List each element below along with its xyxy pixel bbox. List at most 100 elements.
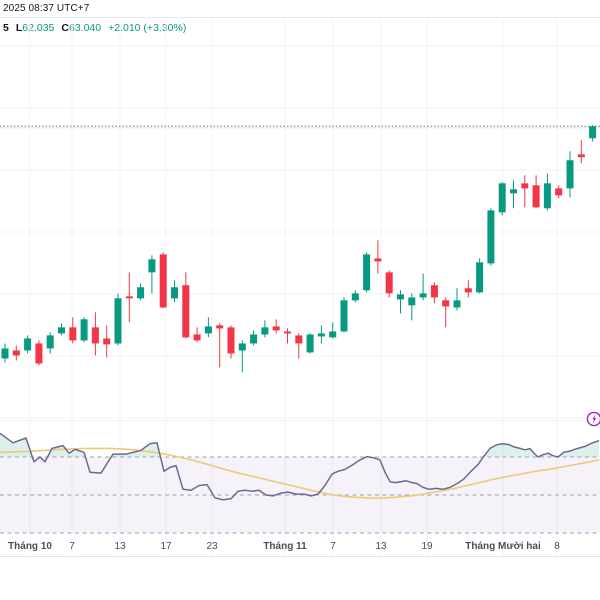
candle (329, 322, 337, 339)
candle-body (543, 183, 551, 209)
candle (532, 175, 540, 209)
candle (295, 333, 303, 359)
x-axis-tick-label: 8 (554, 541, 560, 552)
candle (193, 327, 201, 343)
candle (498, 182, 506, 216)
candle (137, 283, 145, 301)
candle-body (532, 185, 540, 208)
candle (148, 255, 156, 294)
candle-body (103, 338, 111, 345)
candle-body (430, 285, 438, 298)
candle-body (137, 287, 145, 299)
candle (35, 340, 43, 366)
lightning-boost-glyph (586, 411, 600, 427)
candle-body (385, 272, 393, 294)
candle (430, 282, 438, 304)
candle (69, 317, 77, 344)
candle-body (329, 331, 337, 338)
candle-body (295, 335, 303, 344)
candle (419, 273, 427, 301)
candle-body (250, 334, 258, 344)
candle-body (91, 327, 99, 344)
candle-body (419, 293, 427, 298)
candle-body (46, 335, 54, 349)
candle-body (306, 334, 314, 353)
candle (250, 330, 258, 346)
candle (171, 280, 178, 303)
candle (510, 180, 517, 209)
x-axis-tick-label: 17 (160, 541, 172, 552)
candle-body (114, 298, 122, 344)
x-axis-tick-label: 13 (375, 541, 387, 552)
candle (261, 320, 269, 338)
candle (442, 297, 450, 328)
candle-body (216, 325, 224, 329)
candle-body (317, 333, 325, 337)
candle (566, 151, 574, 198)
x-axis-tick-label: Tháng 10 (8, 541, 52, 552)
candle (216, 323, 224, 368)
candle (555, 185, 563, 199)
candle (114, 293, 122, 346)
candle (340, 297, 348, 333)
candle-body (238, 343, 246, 351)
candle (408, 293, 416, 321)
candle-body (521, 183, 529, 189)
candle-body (351, 293, 359, 301)
candle-body (589, 126, 597, 139)
candle (12, 345, 20, 361)
candle (125, 272, 133, 323)
candle-body (453, 300, 461, 308)
candle (385, 270, 393, 298)
candle (159, 252, 167, 309)
candle-body (69, 327, 77, 341)
candle-body (555, 188, 563, 196)
candle (91, 312, 99, 356)
candle-body (35, 343, 43, 364)
candle-body (80, 319, 88, 341)
candle-body (193, 334, 201, 341)
candle (543, 173, 551, 211)
candle-body (397, 294, 404, 300)
x-axis-tick-label: Tháng Mười hai (465, 541, 541, 552)
candle-body (510, 189, 517, 194)
candle (577, 140, 585, 164)
candle-body (272, 326, 280, 331)
candle (272, 319, 280, 334)
time-axis[interactable]: Tháng 10 7 13 17 23 Tháng 11 7 13 19 Tháng Mười h… (8, 541, 560, 552)
candle (521, 175, 529, 208)
candle-body (284, 331, 291, 334)
candle (80, 317, 88, 343)
candle-body (125, 296, 133, 299)
lightning-boost-icon[interactable] (586, 411, 600, 427)
rsi-pane (0, 432, 600, 534)
x-axis-tick-label: 13 (114, 541, 126, 552)
chart-canvas[interactable]: Tháng 10 7 13 17 23 Tháng 11 7 13 19 Tháng Mười h… (0, 0, 600, 600)
candle-body (464, 288, 472, 293)
candlestick-series (1, 125, 597, 373)
candle (317, 325, 325, 344)
x-axis-tick-label: 7 (69, 541, 75, 552)
candle (453, 288, 461, 311)
candle (103, 325, 111, 358)
candle-body (58, 327, 65, 334)
candle-body (148, 259, 156, 273)
candle (204, 317, 212, 338)
candle-body (182, 285, 190, 338)
candle-body (577, 154, 585, 158)
candle-body (204, 326, 212, 334)
x-axis-tick-label: 23 (206, 541, 218, 552)
candle-body (476, 262, 484, 293)
candle-body (1, 348, 9, 359)
rsi-overbought-fill (483, 440, 599, 457)
candle (306, 333, 314, 354)
candle-body (487, 210, 495, 264)
candle-body (340, 300, 348, 332)
candle-body (408, 297, 416, 306)
candle-body (363, 254, 371, 291)
x-axis-tick-label: 19 (421, 541, 433, 552)
x-axis-tick-label: 7 (330, 541, 336, 552)
candle-body (159, 254, 167, 308)
candle (227, 325, 235, 359)
candle-body (12, 350, 20, 356)
